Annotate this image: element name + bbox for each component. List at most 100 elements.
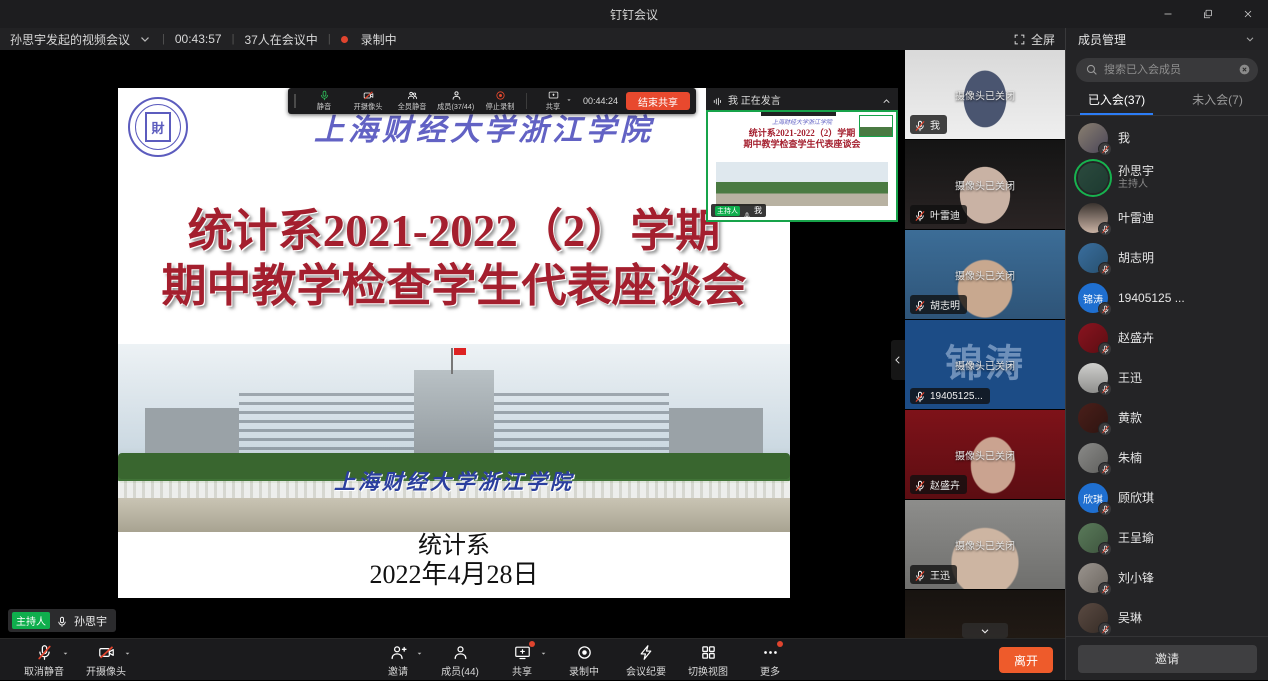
member-row[interactable]: 吴琳 [1066, 598, 1268, 636]
video-tile-王迅[interactable]: 摄像头已关闭王迅 [905, 500, 1065, 590]
divider: | [328, 33, 331, 45]
invite-button[interactable]: 邀请 [372, 639, 424, 681]
participant-count: 37人在会议中 [244, 31, 317, 48]
tile-name: 我 [930, 117, 940, 132]
camera-off-label: 摄像头已关闭 [905, 87, 1065, 102]
speaker-pip-window[interactable]: 我 正在发言 上海财经大学浙江学院 统计系2021-2022（2）学期 期中教学… [706, 88, 898, 222]
share-menu-button[interactable]: 共享 [531, 90, 575, 112]
stop-record-button[interactable]: 停止录制 [478, 90, 522, 112]
unmute-button[interactable]: 取消静音 [18, 639, 70, 681]
layout-button[interactable]: 切换视图 [682, 639, 734, 681]
caret-down-icon[interactable] [123, 645, 132, 654]
member-row[interactable]: 朱楠 [1066, 438, 1268, 478]
invite-button[interactable]: 邀请 [1078, 645, 1257, 673]
person-plus-icon [390, 644, 407, 661]
mic-muted-icon [36, 644, 53, 661]
video-tile-我[interactable]: 摄像头已关闭我 [905, 50, 1065, 140]
slide-footer-dept: 统计系 [118, 532, 790, 560]
camera-on-label: 开摄像头 [86, 663, 126, 678]
caret-down-icon[interactable] [539, 645, 548, 654]
chevron-down-icon[interactable] [1244, 33, 1256, 45]
notification-dot [777, 641, 783, 647]
tile-name: 赵盛卉 [930, 477, 960, 492]
slide-footer: 统计系 2022年4月28日 [118, 532, 790, 590]
tile-name: 叶雷迪 [930, 207, 960, 222]
maximize-button[interactable] [1188, 0, 1228, 28]
tile-name: 胡志明 [930, 297, 960, 312]
meeting-title[interactable]: 孙思宇发起的视频会议 [10, 31, 130, 48]
mic-muted-icon [1098, 302, 1112, 316]
pip-speaking-status: 我 正在发言 [728, 92, 876, 107]
fullscreen-button[interactable]: 全屏 [1013, 31, 1055, 48]
camera-off-label: 摄像头已关闭 [905, 177, 1065, 192]
pip-nested-preview [859, 115, 893, 137]
scroll-thumbnails-down-button[interactable] [962, 623, 1008, 638]
members-button[interactable]: 成员(37/44) [434, 90, 478, 112]
mic-muted-icon [1098, 422, 1112, 436]
leave-button[interactable]: 离开 [999, 647, 1053, 673]
camera-on-button[interactable]: 开摄像头 [346, 90, 390, 112]
slide-footer-date: 2022年4月28日 [118, 560, 790, 590]
video-tile-赵盛卉[interactable]: 摄像头已关闭赵盛卉 [905, 410, 1065, 500]
persons-icon [407, 90, 418, 101]
chevron-down-icon[interactable] [138, 32, 152, 46]
member-row[interactable]: 欣琪顾欣琪 [1066, 478, 1268, 518]
clear-search-icon[interactable] [1238, 63, 1251, 76]
more-button[interactable]: 更多 [744, 639, 796, 681]
mic-muted-icon [1098, 462, 1112, 476]
recording-status: 录制中 [361, 31, 397, 48]
camera-off-label: 摄像头已关闭 [905, 357, 1065, 372]
camera-off-label: 摄像头已关闭 [905, 447, 1065, 462]
collapse-thumbnails-button[interactable] [891, 340, 905, 380]
building-tower [414, 370, 495, 460]
campus-photo: 上海财经大学浙江学院 [118, 344, 790, 532]
mic-muted-icon [914, 209, 926, 221]
member-row[interactable]: 黄款 [1066, 398, 1268, 438]
member-name: 19405125 ... [1118, 291, 1185, 305]
video-tile-19405125...[interactable]: 锦涛摄像头已关闭19405125... [905, 320, 1065, 410]
minimize-button[interactable] [1148, 0, 1188, 28]
member-row[interactable]: 孙思宇主持人 [1066, 158, 1268, 198]
camera-on-button[interactable]: 开摄像头 [80, 639, 132, 681]
gate-banner-text: 上海财经大学浙江学院 [118, 466, 790, 496]
caret-down-icon[interactable] [565, 91, 573, 99]
search-input[interactable] [1076, 58, 1258, 82]
shared-slide: 財 上海财经大学浙江学院 统计系2021-2022（2）学期 期中教学检查学生代… [118, 88, 790, 598]
minutes-button[interactable]: 会议纪要 [620, 639, 672, 681]
tab-joined[interactable]: 已入会(37) [1066, 86, 1167, 115]
member-row[interactable]: 叶雷迪 [1066, 198, 1268, 238]
pip-speaker-name: 我 [754, 205, 762, 216]
close-button[interactable] [1228, 0, 1268, 28]
building-wing [669, 408, 763, 457]
mute-all-button[interactable]: 全员静音 [390, 90, 434, 112]
chevron-up-icon[interactable] [881, 94, 892, 105]
caret-down-icon[interactable] [415, 645, 424, 654]
drag-handle[interactable] [294, 94, 298, 108]
video-tile-胡志明[interactable]: 摄像头已关闭胡志明 [905, 230, 1065, 320]
member-row[interactable]: 我 [1066, 118, 1268, 158]
layout-label: 切换视图 [688, 663, 728, 678]
share-button[interactable]: 共享 [496, 639, 548, 681]
mute-button[interactable]: 静音 [302, 90, 346, 112]
member-row[interactable]: 胡志明 [1066, 238, 1268, 278]
end-share-button[interactable]: 结束共享 [626, 92, 690, 110]
mic-muted-icon [1098, 342, 1112, 356]
tab-not-joined[interactable]: 未入会(7) [1167, 86, 1268, 115]
member-name: 胡志明 [1118, 251, 1154, 265]
member-row[interactable]: 刘小锋 [1066, 558, 1268, 598]
pip-header: 我 正在发言 [706, 88, 898, 110]
video-tile-叶雷迪[interactable]: 摄像头已关闭叶雷迪 [905, 140, 1065, 230]
recording-button[interactable]: 录制中 [558, 639, 610, 681]
tile-name-pill: 王迅 [910, 565, 957, 584]
member-name: 朱楠 [1118, 451, 1142, 465]
share-menu-label: 共享 [546, 102, 560, 112]
member-row[interactable]: 王呈瑜 [1066, 518, 1268, 558]
member-row[interactable]: 赵盛卉 [1066, 318, 1268, 358]
fullscreen-label: 全屏 [1031, 31, 1055, 48]
caret-down-icon[interactable] [61, 645, 70, 654]
member-row[interactable]: 锦涛19405125 ... [1066, 278, 1268, 318]
notification-dot [529, 641, 535, 647]
self-name-pill: 主持人 孙思宇 [8, 609, 116, 632]
member-row[interactable]: 王迅 [1066, 358, 1268, 398]
members-button[interactable]: 成员(44) [434, 639, 486, 681]
